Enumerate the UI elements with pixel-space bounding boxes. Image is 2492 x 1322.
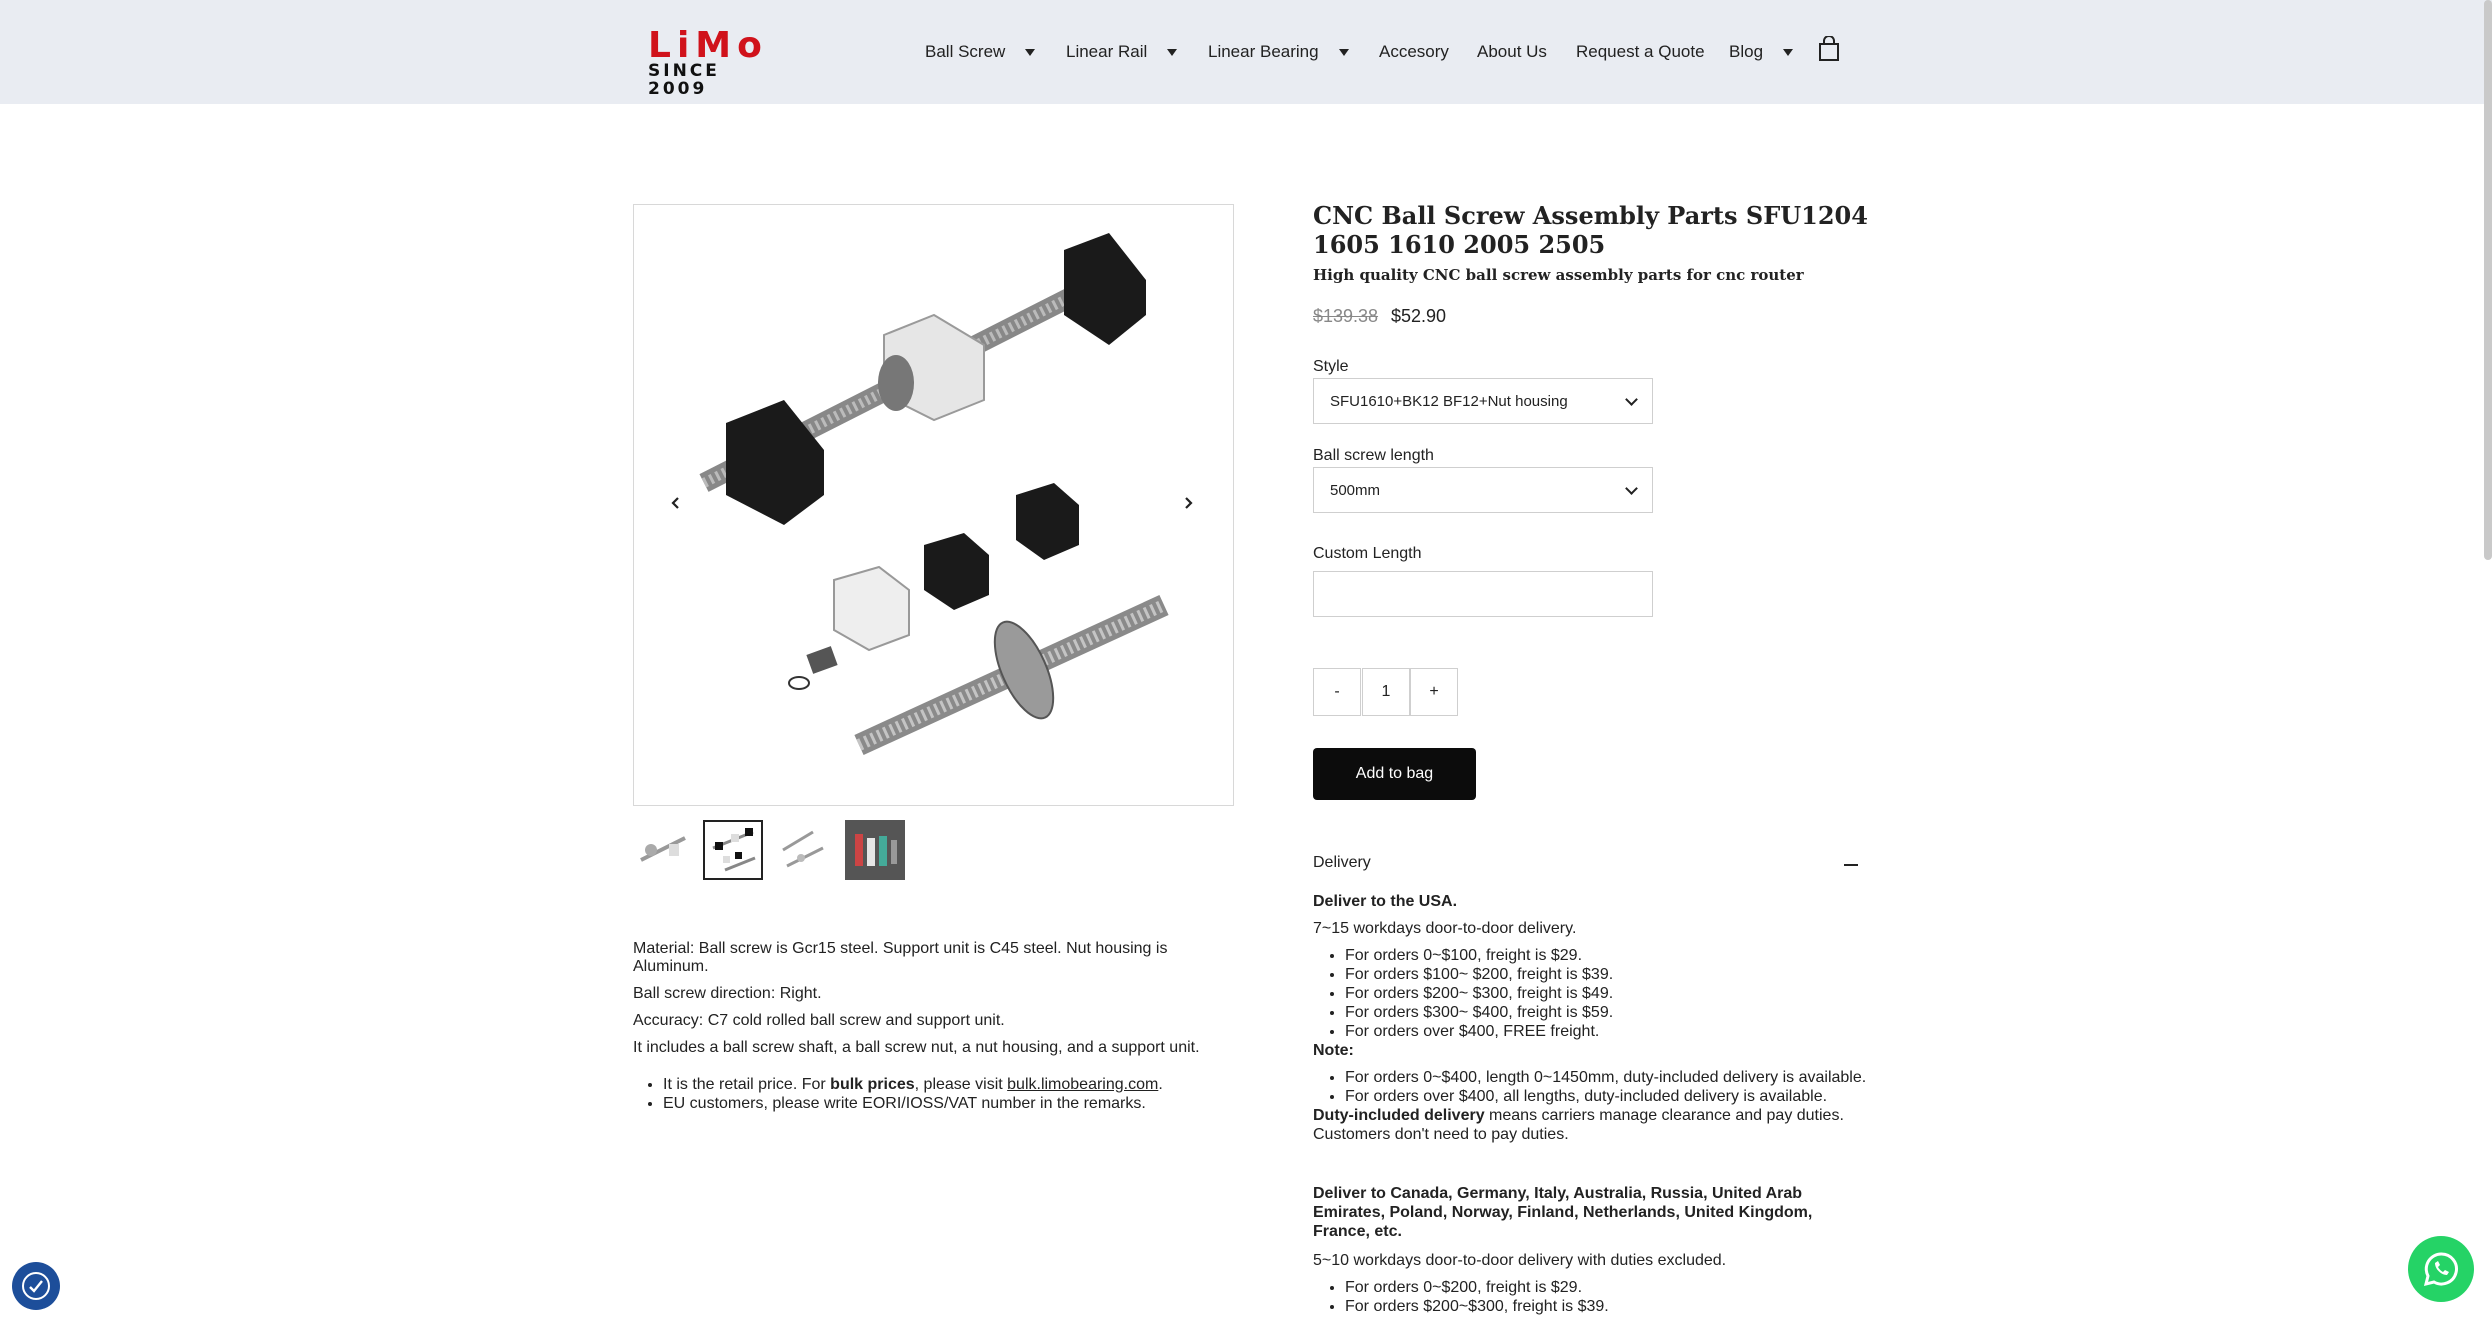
gallery-thumbnail-3[interactable] <box>773 820 833 880</box>
quantity-decrease-button[interactable]: - <box>1313 668 1361 716</box>
nav-item-blog[interactable]: Blog <box>1729 38 1794 66</box>
length-selected-value: 500mm <box>1330 481 1381 499</box>
list-item: For orders 0~$100, freight is $29. <box>1345 946 1873 965</box>
collapse-minus-icon <box>1844 864 1858 866</box>
chevron-right-icon <box>1185 497 1193 509</box>
product-description: Material: Ball screw is Gcr15 steel. Sup… <box>633 940 1233 1113</box>
nav-label: Ball Screw <box>925 42 1006 61</box>
nav-item-ball-screw[interactable]: Ball Screw <box>925 38 1036 66</box>
international-delivery-time: 5~10 workdays door-to-door delivery with… <box>1313 1252 1727 1269</box>
list-item: For orders 0~$400, length 0~1450mm, duty… <box>1345 1068 1873 1087</box>
quantity-increase-button[interactable]: + <box>1410 668 1458 716</box>
description-includes: It includes a ball screw shaft, a ball s… <box>633 1039 1200 1056</box>
usa-freight-list: For orders 0~$100, freight is $29. For o… <box>1313 946 1873 1041</box>
ball-screw-assembly-image <box>699 233 1169 755</box>
note-label: Note: <box>1313 1042 1354 1059</box>
list-item: It is the retail price. For bulk prices,… <box>663 1075 1233 1094</box>
international-delivery-title: Deliver to Canada, Germany, Italy, Austr… <box>1313 1185 1813 1240</box>
description-direction: Ball screw direction: Right. <box>633 985 822 1002</box>
page-scrollbar[interactable] <box>2484 0 2492 560</box>
style-label: Style <box>1313 358 1349 375</box>
whatsapp-chat-button[interactable] <box>2408 1236 2474 1302</box>
nav-item-request-quote[interactable]: Request a Quote <box>1576 38 1705 66</box>
list-item: For orders $300~ $400, freight is $59. <box>1345 1003 1873 1022</box>
product-main-image <box>633 204 1234 806</box>
style-selected-value: SFU1610+BK12 BF12+Nut housing <box>1330 392 1568 410</box>
description-accuracy: Accuracy: C7 cold rolled ball screw and … <box>633 1012 1005 1029</box>
original-price: $139.38 <box>1313 306 1379 326</box>
length-label: Ball screw length <box>1313 447 1434 464</box>
gallery-next-button[interactable] <box>1168 483 1208 523</box>
chevron-down-icon <box>1625 392 1638 406</box>
list-item: For orders 0~$200, freight is $29. <box>1345 1278 1873 1297</box>
logo-text: LiMo <box>648 25 768 66</box>
description-material: Material: Ball screw is Gcr15 steel. Sup… <box>633 940 1168 975</box>
product-title: CNC Ball Screw Assembly Parts SFU1204 16… <box>1313 201 1868 259</box>
delivery-accordion-toggle[interactable]: Delivery <box>1313 854 1858 878</box>
usa-delivery-title: Deliver to the USA. <box>1313 893 1458 910</box>
sale-price: $52.90 <box>1391 306 1447 326</box>
list-item: EU customers, please write EORI/IOSS/VAT… <box>663 1094 1233 1113</box>
delivery-heading: Delivery <box>1313 854 1371 871</box>
quantity-input[interactable]: 1 <box>1362 668 1410 716</box>
style-select[interactable]: SFU1610+BK12 BF12+Nut housing <box>1313 378 1653 424</box>
list-item: For orders $200~ $300, freight is $49. <box>1345 984 1873 1003</box>
nav-label: Accesory <box>1379 42 1449 61</box>
add-to-bag-button[interactable]: Add to bag <box>1313 748 1476 800</box>
nav-label: Request a Quote <box>1576 42 1705 61</box>
accessibility-button[interactable] <box>12 1262 60 1310</box>
nav-item-accesory[interactable]: Accesory <box>1379 38 1449 66</box>
duty-explanation: Duty-included delivery means carriers ma… <box>1313 1107 1844 1143</box>
caret-down-icon <box>1025 48 1036 56</box>
nav-label: Linear Bearing <box>1208 42 1319 61</box>
description-notes: It is the retail price. For bulk prices,… <box>633 1075 1233 1113</box>
delivery-content: Deliver to the USA. 7~15 workdays door-t… <box>1313 892 1873 1316</box>
list-item: For orders over $400, all lengths, duty-… <box>1345 1087 1873 1106</box>
length-select[interactable]: 500mm <box>1313 467 1653 513</box>
accessibility-icon <box>22 1272 50 1300</box>
chevron-left-icon <box>671 497 679 509</box>
gallery-thumbnail-2[interactable] <box>703 820 763 880</box>
caret-down-icon <box>1783 48 1794 56</box>
gallery-thumbnail-4[interactable] <box>845 820 905 880</box>
international-freight-list: For orders 0~$200, freight is $29. For o… <box>1313 1278 1873 1316</box>
chevron-down-icon <box>1625 481 1638 495</box>
site-header: LiMo SINCE 2009 Ball Screw Linear Rail L… <box>0 0 2492 104</box>
custom-length-input[interactable] <box>1313 571 1653 617</box>
notes-list: For orders 0~$400, length 0~1450mm, duty… <box>1313 1068 1873 1106</box>
list-item: For orders $100~ $200, freight is $39. <box>1345 965 1873 984</box>
nav-item-about-us[interactable]: About Us <box>1477 38 1547 66</box>
logo-tagline: SINCE 2009 <box>648 61 720 99</box>
thumbnail-image <box>855 834 897 866</box>
shopping-bag-icon[interactable] <box>1818 36 1840 62</box>
product-subtitle: High quality CNC ball screw assembly par… <box>1313 266 1804 284</box>
caret-down-icon <box>1338 48 1349 56</box>
thumbnail-image <box>782 830 824 868</box>
gallery-prev-button[interactable] <box>656 483 696 523</box>
usa-delivery-time: 7~15 workdays door-to-door delivery. <box>1313 920 1577 937</box>
caret-down-icon <box>1167 48 1178 56</box>
bulk-price-link[interactable]: bulk.limobearing.com <box>1007 1076 1158 1093</box>
thumbnail-image <box>640 836 686 862</box>
gallery-thumbnail-1[interactable] <box>633 820 693 880</box>
site-logo[interactable]: LiMo SINCE 2009 <box>648 25 778 99</box>
thumbnail-image <box>712 828 756 872</box>
nav-item-linear-bearing[interactable]: Linear Bearing <box>1208 38 1349 66</box>
list-item: For orders $200~$300, freight is $39. <box>1345 1297 1873 1316</box>
nav-label: Blog <box>1729 42 1764 61</box>
nav-label: About Us <box>1477 42 1547 61</box>
nav-item-linear-rail[interactable]: Linear Rail <box>1066 38 1178 66</box>
whatsapp-icon <box>2423 1252 2458 1287</box>
nav-label: Linear Rail <box>1066 42 1148 61</box>
custom-length-label: Custom Length <box>1313 545 1422 562</box>
list-item: For orders over $400, FREE freight. <box>1345 1022 1873 1041</box>
